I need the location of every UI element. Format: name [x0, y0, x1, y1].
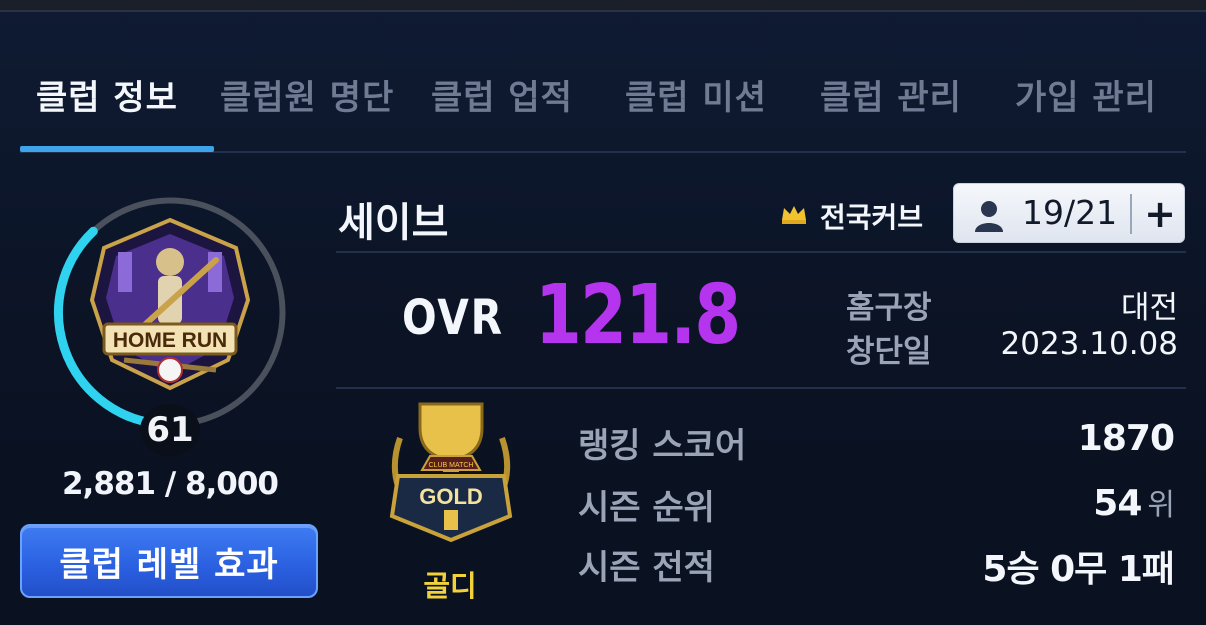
- home-stadium-value: 대전: [1120, 290, 1178, 326]
- ovr-label: OVR: [402, 290, 504, 346]
- season-rank-unit: 위: [1147, 488, 1175, 523]
- season-record-value: 5승 0무 1패: [982, 549, 1175, 590]
- season-rank-value-group: 54 위: [1093, 480, 1175, 524]
- tier-name: 골디: [423, 569, 477, 603]
- tier-emblem-small-text: CLUB MATCH: [429, 462, 474, 469]
- ranking-score-label: 랭킹 스코어: [578, 426, 747, 466]
- header-divider: [336, 251, 1186, 253]
- club-name: 세이브: [338, 200, 449, 246]
- league-name: 전국커브: [820, 201, 924, 234]
- season-record-label: 시즌 전적: [578, 548, 715, 588]
- ovr-value: 121.8: [535, 268, 741, 363]
- club-info-screen: 클럽 정보 클럽원 명단 클럽 업적 클럽 미션 클럽 관리 가입 관리 HOM…: [0, 0, 1206, 625]
- tab-join-management[interactable]: 가입 관리: [1015, 70, 1157, 119]
- tab-club-missions[interactable]: 클럽 미션: [625, 70, 767, 119]
- club-level-ring: HOME RUN: [54, 197, 286, 429]
- home-run-emblem: HOME RUN: [89, 217, 251, 391]
- top-divider: [0, 10, 1206, 12]
- person-icon: [975, 201, 1003, 232]
- emblem-text: HOME RUN: [113, 329, 227, 352]
- founded-date-label: 창단일: [846, 334, 932, 370]
- season-rank-value: 54: [1093, 483, 1142, 524]
- member-count-box: 19/21 +: [953, 183, 1185, 243]
- top-bar: [0, 0, 1206, 10]
- tier-emblem-text: GOLD: [419, 484, 483, 509]
- tab-club-info[interactable]: 클럽 정보: [36, 70, 178, 119]
- home-stadium-label: 홈구장: [846, 290, 932, 326]
- tab-club-members[interactable]: 클럽원 명단: [220, 70, 394, 119]
- member-divider: [1130, 194, 1132, 234]
- founded-date-value: 2023.10.08: [1000, 326, 1179, 362]
- club-level-badge: 61: [140, 404, 200, 456]
- member-count: 19/21: [1022, 193, 1118, 232]
- tab-club-management[interactable]: 클럽 관리: [820, 70, 962, 119]
- ranking-score-value: 1870: [1077, 418, 1175, 459]
- active-tab-indicator: [20, 146, 214, 152]
- crown-icon: [782, 206, 806, 224]
- gold-tier-trophy-icon: CLUB MATCH GOLD: [389, 402, 513, 543]
- season-rank-label: 시즌 순위: [578, 488, 715, 528]
- tab-club-achievements[interactable]: 클럽 업적: [431, 70, 573, 119]
- add-member-button[interactable]: +: [1140, 189, 1180, 239]
- tab-bar: 클럽 정보 클럽원 명단 클럽 업적 클럽 미션 클럽 관리 가입 관리: [0, 55, 1206, 145]
- stats-divider: [336, 387, 1186, 389]
- club-level-effect-button[interactable]: 클럽 레벨 효과: [20, 524, 318, 598]
- club-exp-text: 2,881 / 8,000: [61, 466, 279, 502]
